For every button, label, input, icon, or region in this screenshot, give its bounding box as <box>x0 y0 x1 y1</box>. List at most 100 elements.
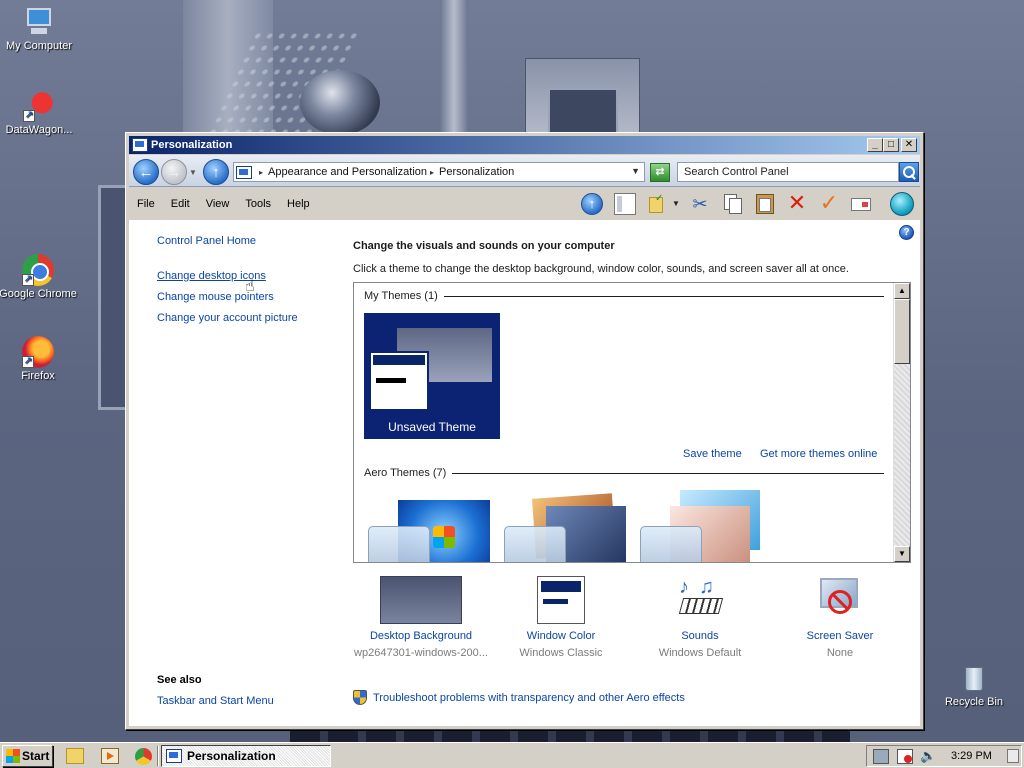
minimize-button[interactable]: _ <box>867 138 883 152</box>
title-bar[interactable]: Personalization _ □ ✕ <box>129 136 920 154</box>
chrome-icon[interactable] <box>135 748 152 765</box>
desktop-icon-label: Firefox <box>21 370 55 382</box>
sounds-option[interactable]: ♪ ♫ Sounds Windows Default <box>630 576 770 659</box>
desktop-icon-label: Recycle Bin <box>944 696 1004 708</box>
desktop-icon-label: DataWagon... <box>5 124 73 136</box>
menu-view[interactable]: View <box>198 198 238 210</box>
get-more-themes-link[interactable]: Get more themes online <box>760 448 877 460</box>
checkmark-icon[interactable]: ✓ <box>818 192 840 215</box>
quicklaunch-separator <box>157 746 159 766</box>
arrow-left-icon: ← <box>138 164 154 181</box>
wallpaper-logo-strip <box>290 728 850 742</box>
screen-saver-icon <box>816 576 864 624</box>
taskbar: Start Personalization 🔈 3:29 PM <box>0 742 1024 768</box>
start-button[interactable]: Start <box>2 745 53 767</box>
paste-icon[interactable] <box>754 193 776 215</box>
option-label[interactable]: Desktop Background <box>351 630 491 642</box>
content-area: Control Panel Home Change desktop icons … <box>129 220 920 726</box>
theme-name: Unsaved Theme <box>388 420 476 434</box>
globe-icon[interactable] <box>890 192 914 216</box>
window-title: Personalization <box>151 139 233 151</box>
windows-logo-icon <box>433 526 455 548</box>
theme-tile-aero[interactable] <box>504 488 634 562</box>
link-taskbar-start-menu[interactable]: Taskbar and Start Menu <box>157 695 274 707</box>
menu-tools[interactable]: Tools <box>237 198 279 210</box>
save-theme-link[interactable]: Save theme <box>683 448 742 460</box>
help-icon[interactable]: ? <box>899 225 914 240</box>
firefox-icon: ↗ <box>22 336 54 368</box>
troubleshoot-aero-link[interactable]: Troubleshoot problems with transparency … <box>373 692 685 704</box>
desktop-icon-recycle-bin[interactable]: Recycle Bin <box>934 662 1014 708</box>
search-input[interactable]: Search Control Panel <box>677 162 899 182</box>
shield-icon <box>353 690 367 705</box>
scissors-icon[interactable]: ✂ <box>689 193 711 215</box>
back-button[interactable]: ← <box>133 159 159 185</box>
show-desktop-icon[interactable] <box>1007 749 1019 763</box>
network-icon[interactable] <box>873 749 889 764</box>
folder-check-icon[interactable]: ✓ <box>647 193 669 215</box>
shortcut-arrow-icon: ↗ <box>23 110 35 122</box>
desktop-icon-google-chrome[interactable]: ↗ Google Chrome <box>0 254 78 300</box>
folder-up-button[interactable]: ↑ <box>581 193 603 215</box>
properties-icon[interactable] <box>850 193 872 215</box>
option-label[interactable]: Sounds <box>630 630 770 642</box>
option-value: Windows Default <box>658 647 742 659</box>
theme-list: My Themes (1) Unsaved Theme Save theme G… <box>353 282 911 563</box>
theme-tile-aero[interactable] <box>368 488 498 562</box>
link-change-account-picture[interactable]: Change your account picture <box>157 312 298 324</box>
maximize-button[interactable]: □ <box>883 138 899 152</box>
address-box[interactable]: ▸ Appearance and Personalization ▸ Perso… <box>233 162 645 182</box>
close-button[interactable]: ✕ <box>901 138 917 152</box>
recent-pages-dropdown[interactable]: ▼ <box>189 168 197 177</box>
panes-icon[interactable] <box>614 193 636 215</box>
option-label[interactable]: Screen Saver <box>770 630 910 642</box>
option-label[interactable]: Window Color <box>491 630 631 642</box>
volume-icon[interactable]: 🔈 <box>920 749 936 764</box>
desktop-icon-my-computer[interactable]: My Computer <box>0 6 79 52</box>
scroll-down-arrow-icon[interactable]: ▼ <box>894 546 910 562</box>
up-button[interactable]: ↑ <box>203 159 229 185</box>
chevron-down-icon[interactable]: ▼ <box>672 199 680 208</box>
clock[interactable]: 3:29 PM <box>951 750 992 762</box>
refresh-button[interactable]: ⇄ <box>650 163 670 182</box>
menu-help[interactable]: Help <box>279 198 318 210</box>
recycle-bin-icon <box>958 662 990 694</box>
link-control-panel-home[interactable]: Control Panel Home <box>157 235 256 247</box>
media-player-icon[interactable] <box>101 748 119 764</box>
security-alert-icon[interactable] <box>897 749 913 764</box>
control-panel-icon <box>132 138 148 152</box>
breadcrumb-personalization[interactable]: Personalization <box>439 166 514 178</box>
breadcrumb-appearance[interactable]: Appearance and Personalization <box>268 166 427 178</box>
desktop-icon-datawagon[interactable]: ↗ DataWagon... <box>0 90 79 136</box>
menu-edit[interactable]: Edit <box>163 198 198 210</box>
delete-icon[interactable]: ✕ <box>786 192 808 215</box>
wallpaper-side-frame <box>98 185 128 410</box>
sounds-icon: ♪ ♫ <box>675 576 725 624</box>
folder-icon[interactable] <box>66 748 84 764</box>
theme-group-header: Aero Themes (7) <box>364 467 884 479</box>
chevron-right-icon[interactable]: ▸ <box>259 168 263 177</box>
shortcut-arrow-icon: ↗ <box>22 356 34 368</box>
scroll-up-arrow-icon[interactable]: ▲ <box>894 283 910 299</box>
theme-tile-unsaved[interactable]: Unsaved Theme <box>364 313 500 439</box>
window-color-option[interactable]: Window Color Windows Classic <box>491 576 631 659</box>
theme-list-scrollbar[interactable]: ▲ ▼ <box>893 283 910 562</box>
desktop-icon-firefox[interactable]: ↗ Firefox <box>0 336 78 382</box>
menu-file[interactable]: File <box>129 198 163 210</box>
scrollbar-thumb[interactable] <box>894 299 910 364</box>
desktop-background-option[interactable]: Desktop Background wp2647301-windows-200… <box>351 576 491 659</box>
theme-tile-aero[interactable] <box>640 488 770 562</box>
copy-icon[interactable] <box>722 193 744 215</box>
search-icon[interactable] <box>899 162 919 182</box>
link-change-mouse-pointers[interactable]: Change mouse pointers <box>157 291 274 303</box>
screen-saver-option[interactable]: Screen Saver None <box>770 576 910 659</box>
chevron-right-icon[interactable]: ▸ <box>430 168 434 177</box>
my-computer-icon <box>23 6 55 38</box>
forward-button[interactable]: → <box>161 159 187 185</box>
theme-preview <box>369 318 495 411</box>
window-color-icon <box>537 576 585 624</box>
chevron-down-icon[interactable]: ▼ <box>631 166 640 176</box>
arrow-right-icon: → <box>166 164 182 181</box>
taskbar-button-personalization[interactable]: Personalization <box>161 745 331 767</box>
wallpaper-pillar <box>440 0 468 135</box>
